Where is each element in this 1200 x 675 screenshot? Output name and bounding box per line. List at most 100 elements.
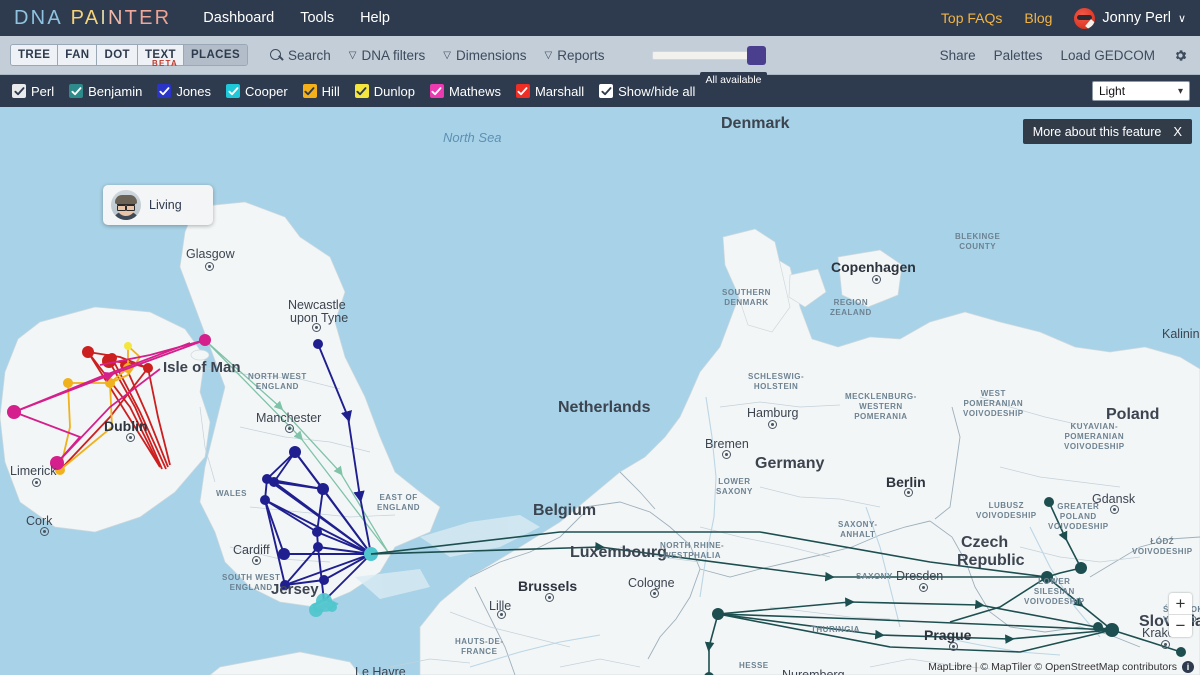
city-marker-icon [252,556,261,565]
view-tab-fan[interactable]: FAN [58,45,97,65]
city-marker-icon [40,527,49,536]
city-marker-icon [872,275,881,284]
chevron-down-icon: ▾ [1178,86,1183,97]
logo-letter: A [85,7,101,29]
logo-letter [63,7,71,29]
chevron-down-icon: ▽ [349,50,357,61]
nav-item-dashboard[interactable]: Dashboard [203,10,274,26]
search-icon [270,49,283,62]
search-button[interactable]: Search [270,48,331,63]
city-marker-icon [545,593,554,602]
city-marker-icon [722,450,731,459]
load-gedcom-button[interactable]: Load GEDCOM [1060,48,1155,63]
zoom-out-button[interactable]: − [1169,615,1192,637]
menu-dna-filters[interactable]: ▽ DNA filters [349,48,425,63]
surname-filter-marshall[interactable]: Marshall [516,84,584,99]
checkbox[interactable] [303,84,317,98]
logo-letter: P [71,7,85,29]
places-map[interactable]: North SeaDenmarkNetherlandsBelgiumGerman… [0,107,1200,675]
header-right-group: Top FAQs Blog Jonny Perl ∨ [941,8,1186,29]
view-tab-dot[interactable]: DOT [97,45,137,65]
user-name: Jonny Perl [1102,10,1171,26]
beta-badge: BETA [152,59,178,68]
attribution-text: MapLibre | © MapTiler © OpenStreetMap co… [928,661,1177,673]
checkbox[interactable] [12,84,26,98]
logo-letter: D [14,7,31,29]
slider-track [652,51,762,60]
gear-icon[interactable] [1173,48,1188,63]
logo-letter: E [139,7,155,29]
city-marker-icon [768,420,777,429]
surname-filter-label: Show/hide all [618,84,695,99]
map-theme-value: Light [1099,84,1125,98]
surname-filter-label: Jones [176,84,211,99]
city-marker-icon [1110,505,1119,514]
checkbox[interactable] [355,84,369,98]
surname-filter-hill[interactable]: Hill [303,84,340,99]
city-marker-icon [904,488,913,497]
toolbar-right-group: Share Palettes Load GEDCOM [940,48,1188,63]
map-theme-select[interactable]: Light ▾ [1092,81,1190,101]
city-marker-icon [949,642,958,651]
city-marker-icon [32,478,41,487]
checkbox[interactable] [599,84,613,98]
slider-thumb[interactable] [747,46,766,65]
logo-letter: A [47,7,63,29]
surname-filter-benjamin[interactable]: Benjamin [69,84,142,99]
zoom-in-button[interactable]: + [1169,593,1192,615]
city-marker-icon [1161,640,1170,649]
surname-filter-label: Marshall [535,84,584,99]
menu-label: Reports [557,48,604,63]
toolbar-menu-group: Search ▽ DNA filters ▽ Dimensions ▽ Repo… [270,47,762,63]
surname-filter-show-hide-all[interactable]: Show/hide all [599,84,695,99]
search-label: Search [288,48,331,63]
blog-link[interactable]: Blog [1024,10,1052,26]
palettes-button[interactable]: Palettes [994,48,1043,63]
toolbar: TREEFANDOTTEXTPLACES BETA Search ▽ DNA f… [0,36,1200,75]
nav-item-tools[interactable]: Tools [300,10,334,26]
logo-letter: N [108,7,125,29]
surname-filter-bar: Perl Benjamin Jones Cooper Hill Dunlop Mathews… [0,75,1200,107]
checkbox[interactable] [69,84,83,98]
menu-dimensions[interactable]: ▽ Dimensions [443,48,526,63]
share-button[interactable]: Share [940,48,976,63]
surname-filter-mathews[interactable]: Mathews [430,84,501,99]
checkbox[interactable] [226,84,240,98]
surname-filter-jones[interactable]: Jones [157,84,211,99]
app-root: DNA PAINTER DashboardToolsHelp Top FAQs … [0,0,1200,675]
surname-filter-dunlop[interactable]: Dunlop [355,84,415,99]
city-marker-icon [919,583,928,592]
user-menu[interactable]: Jonny Perl ∨ [1074,8,1186,29]
checkbox[interactable] [157,84,171,98]
popup-label: Living [149,198,182,212]
menu-label: DNA filters [362,48,426,63]
avatar [1074,8,1095,29]
checkbox[interactable] [516,84,530,98]
city-marker-icon [205,262,214,271]
city-marker-icon [285,424,294,433]
checkbox[interactable] [430,84,444,98]
view-tab-tree[interactable]: TREE [11,45,58,65]
info-icon[interactable]: i [1182,661,1194,673]
menu-reports[interactable]: ▽ Reports [545,48,605,63]
top-faqs-link[interactable]: Top FAQs [941,10,1002,26]
view-tab-places[interactable]: PLACES [184,45,247,65]
logo-letter: R [155,7,172,29]
surname-filter-perl[interactable]: Perl [12,84,54,99]
site-logo[interactable]: DNA PAINTER [14,7,171,30]
cm-threshold-slider[interactable]: All available [652,47,762,63]
feature-info-banner[interactable]: More about this feature X [1023,119,1192,144]
map-popup-living[interactable]: Living [103,185,213,225]
view-mode-tabs: TREEFANDOTTEXTPLACES [10,44,248,66]
avatar [111,190,141,220]
surname-filter-label: Dunlop [374,84,415,99]
nav-item-help[interactable]: Help [360,10,390,26]
site-header: DNA PAINTER DashboardToolsHelp Top FAQs … [0,0,1200,36]
map-attribution: MapLibre | © MapTiler © OpenStreetMap co… [928,661,1194,673]
map-zoom-control: + − [1169,593,1192,637]
menu-label: Dimensions [456,48,527,63]
surname-filter-cooper[interactable]: Cooper [226,84,288,99]
surname-filter-label: Benjamin [88,84,142,99]
chevron-down-icon: ▽ [545,50,553,61]
close-icon[interactable]: X [1173,124,1182,139]
